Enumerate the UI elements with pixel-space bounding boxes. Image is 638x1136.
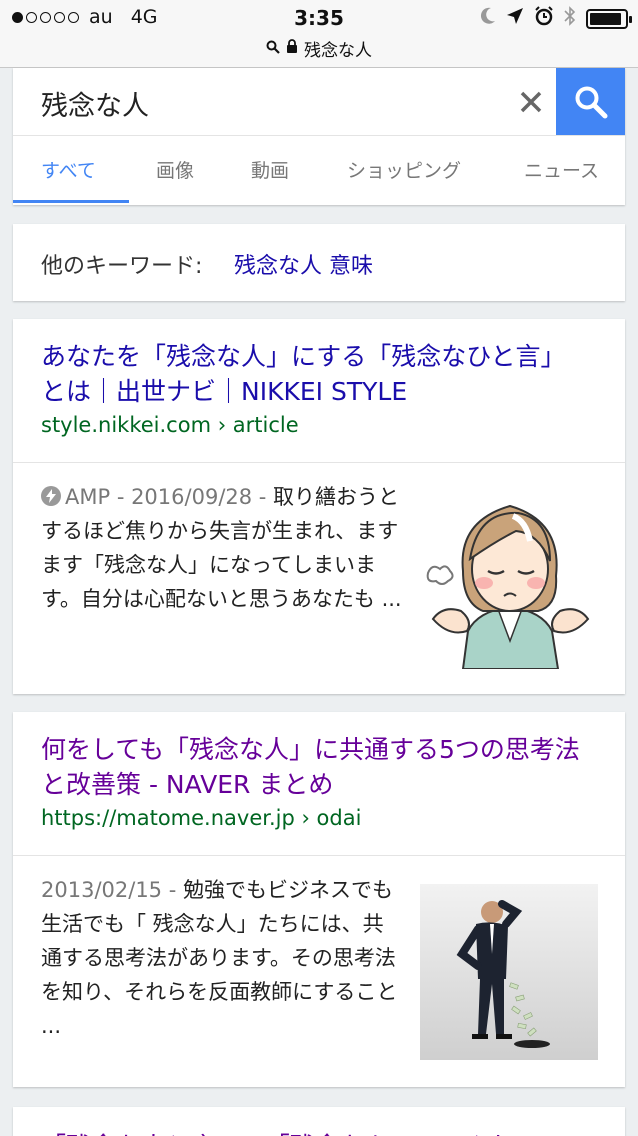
related-keywords-card: 他のキーワード: 残念な人 意味: [13, 224, 625, 301]
search-icon: [266, 39, 280, 59]
search-tabs: すべて 画像 動画 ショッピング ニュース: [13, 136, 625, 205]
tab-news[interactable]: ニュース: [524, 156, 599, 183]
search-button[interactable]: [556, 68, 625, 135]
result-url: style.nikkei.com › article: [41, 413, 299, 437]
related-keyword-link[interactable]: 残念な人 意味: [234, 248, 373, 280]
alarm-icon: [534, 6, 554, 31]
result-meta: AMP - 2016/09/28 -: [65, 485, 274, 509]
search-input[interactable]: 残念な人: [41, 84, 149, 123]
result-snippet: 2013/02/15 - 勉強でもビジネスでも生活でも「 残念な人」たちには、共…: [41, 873, 403, 1043]
battery-icon: [586, 8, 632, 29]
result-snippet-text: 勉強でもビジネスでも生活でも「 残念な人」たちには、共通する思考法があります。そ…: [41, 878, 398, 1038]
result-title-link[interactable]: あなたを「残念な人」にする「残念なひと言」とは｜出世ナビ｜NIKKEI STYL…: [41, 339, 581, 409]
search-result: あなたを「残念な人」にする「残念なひと言」とは｜出世ナビ｜NIKKEI STYL…: [13, 319, 625, 694]
search-box-card: 残念な人 すべて 画像 動画 ショッピング ニュース: [13, 68, 625, 205]
location-arrow-icon: [506, 7, 524, 30]
search-result: 何をしても「残念な人」に共通する5つの思考法と改善策 - NAVER まとめ h…: [13, 712, 625, 1087]
address-text: 残念な人: [304, 41, 372, 61]
status-bar: au 4G 3:35 残念な人: [0, 0, 638, 68]
result-title-link[interactable]: 何をしても「残念な人」に共通する5つの思考法と改善策 - NAVER まとめ: [41, 732, 581, 802]
related-keywords-label: 他のキーワード:: [41, 254, 203, 279]
address-bar[interactable]: 残念な人: [0, 36, 638, 61]
amp-lightning-icon: [41, 486, 61, 506]
tab-images[interactable]: 画像: [156, 156, 194, 183]
result-thumbnail-woman-illustration[interactable]: [418, 481, 603, 669]
result-snippet: AMP - 2016/09/28 - 取り繕おうとするほど焦りから失言が生まれ、…: [41, 480, 403, 616]
active-tab-indicator: [13, 200, 129, 203]
search-result-partial: 「残念な人と言って「残念なキャ…ゃんれ…ている: [13, 1107, 625, 1136]
search-icon: [575, 86, 607, 118]
tab-all[interactable]: すべて: [41, 156, 96, 183]
clear-icon[interactable]: [511, 82, 551, 122]
tab-videos[interactable]: 動画: [251, 156, 289, 183]
result-title-link[interactable]: 「残念な人と言って「残念なキャ…ゃんれ…ている: [41, 1127, 615, 1136]
result-url: https://matome.naver.jp › odai: [41, 806, 362, 830]
bluetooth-icon: [564, 6, 576, 31]
result-thumbnail-businessman-photo[interactable]: [420, 884, 598, 1060]
result-meta: 2013/02/15 -: [41, 878, 183, 902]
lock-icon: [286, 38, 298, 59]
moon-icon: [480, 7, 496, 30]
tab-shopping[interactable]: ショッピング: [347, 156, 461, 183]
